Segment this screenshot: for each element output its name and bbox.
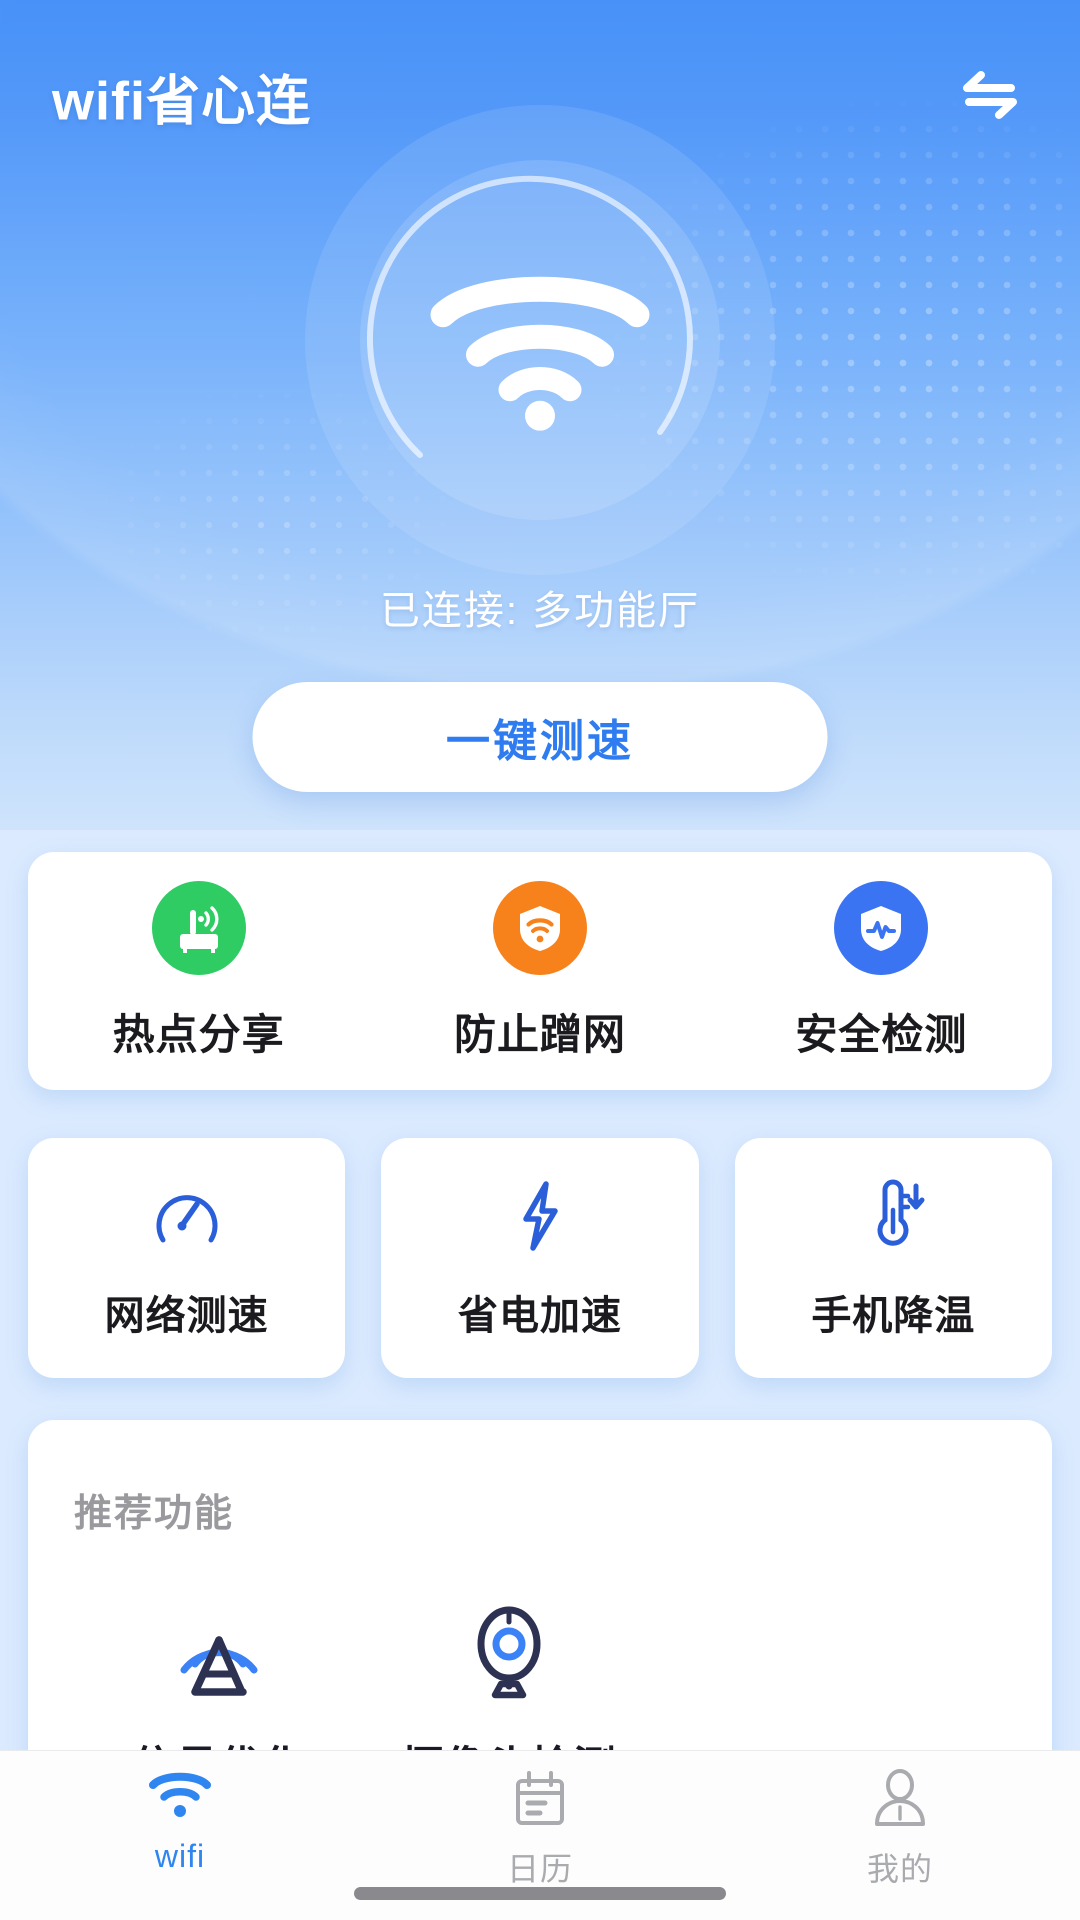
tab-label: wifi [154,1838,206,1874]
person-icon [869,1769,931,1832]
wifi-signal-icon [430,276,650,431]
tool-label: 省电加速 [457,1293,622,1338]
tool-network-speed-test[interactable]: 网络测速 [28,1138,346,1378]
quick-action-label: 热点分享 [112,1010,285,1058]
switch-network-button[interactable] [944,50,1036,142]
tool-label: 手机降温 [811,1293,976,1338]
shield-wifi-icon [492,880,587,975]
speedometer-icon [147,1176,227,1261]
home-indicator [354,1887,726,1900]
wifi-icon [147,1769,213,1826]
quick-action-label: 安全检测 [795,1010,968,1058]
shield-pulse-icon [834,880,929,975]
thermometer-down-icon [853,1176,933,1261]
tab-wifi[interactable]: wifi [0,1769,360,1875]
hero-section: wifi省心连 已连接: 多功能厅 一键测速 [0,0,1080,830]
tools-row: 网络测速 省电加速 手机降温 [28,1138,1052,1378]
lightning-bolt-icon [500,1176,580,1261]
quick-action-hotspot-share[interactable]: 热点分享 [28,880,369,1062]
page-title: wifi省心连 [52,71,311,132]
tool-phone-cooling[interactable]: 手机降温 [734,1138,1052,1378]
tab-profile[interactable]: 我的 [720,1769,1080,1890]
quick-action-label: 防止蹭网 [453,1010,626,1058]
wifi-status-graphic [300,105,780,575]
quick-actions-card: 热点分享 防止蹭网 安全检测 [28,852,1052,1090]
connection-status: 已连接: 多功能厅 [379,589,701,633]
tool-label: 网络测速 [104,1293,269,1338]
tab-label: 我的 [866,1851,933,1887]
tab-label: 日历 [506,1851,573,1887]
calendar-icon [509,1769,571,1832]
quick-action-prevent-leeching[interactable]: 防止蹭网 [369,880,710,1062]
router-hotspot-icon [151,880,246,975]
quick-action-security-check[interactable]: 安全检测 [711,880,1052,1062]
recommended-section-title: 推荐功能 [74,1493,235,1535]
signal-tower-icon [165,1596,273,1709]
tab-calendar[interactable]: 日历 [360,1769,720,1890]
bottom-navigation: wifi 日历 我的 [0,1750,1080,1920]
tool-power-save-boost[interactable]: 省电加速 [381,1138,699,1378]
webcam-icon [455,1596,563,1709]
speed-test-button[interactable]: 一键测速 [252,682,828,792]
exchange-arrows-icon [959,69,1021,124]
